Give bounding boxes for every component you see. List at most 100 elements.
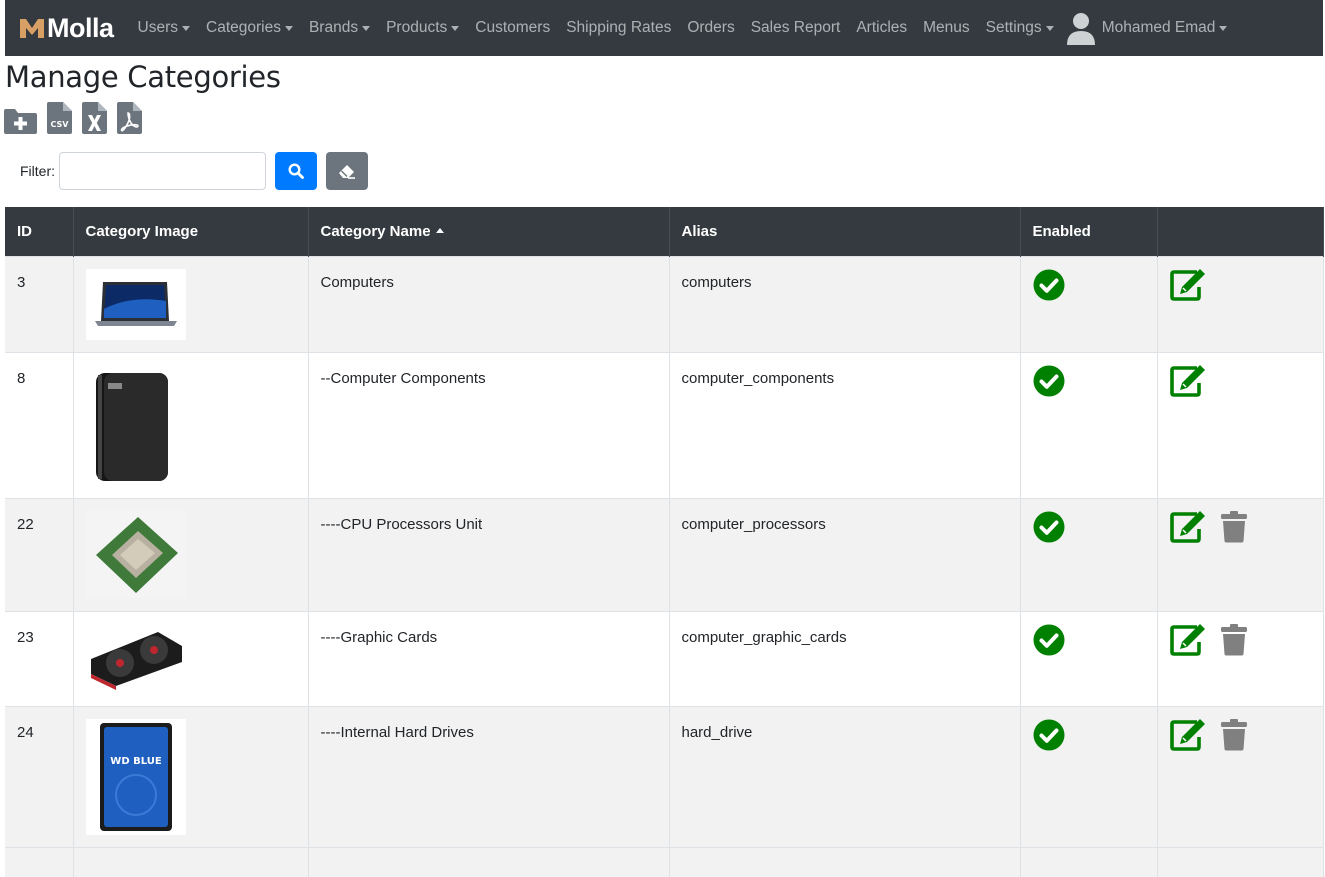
search-icon: [288, 163, 304, 179]
nav-item-label: Products: [386, 19, 448, 36]
nav-item-products[interactable]: Products: [378, 19, 467, 37]
nav-item-users[interactable]: Users: [130, 19, 198, 37]
column-header-actions: [1157, 207, 1324, 256]
column-header-alias[interactable]: Alias: [669, 207, 1021, 256]
chevron-down-icon: [182, 26, 190, 31]
row-actions: [1169, 510, 1311, 543]
brand-link[interactable]: Molla: [19, 13, 114, 44]
nav-item-sales-report[interactable]: Sales Report: [743, 19, 849, 37]
edit-icon[interactable]: [1169, 623, 1207, 656]
chevron-down-icon: [362, 26, 371, 31]
nav-item-shipping-rates[interactable]: Shipping Rates: [558, 19, 679, 37]
cell-actions: [1157, 351, 1324, 498]
cell-id: 22: [5, 497, 74, 611]
filter-input[interactable]: [59, 152, 266, 190]
delete-icon[interactable]: [1220, 718, 1248, 751]
empty-cell: [308, 846, 670, 877]
sort-ascending-icon: [435, 227, 444, 233]
search-button[interactable]: [275, 152, 317, 190]
table-body: 3 Computers computers 8 --Computer Component…: [5, 255, 1324, 877]
page-title: Manage Categories: [5, 60, 281, 94]
user-menu[interactable]: Mohamed Emad: [1062, 11, 1236, 45]
nav-item-label: Brands: [308, 19, 359, 36]
cell-alias: computer_processors: [669, 497, 1021, 611]
enabled-check-icon[interactable]: [1033, 511, 1065, 543]
edit-icon[interactable]: [1169, 364, 1207, 397]
cell-enabled: [1020, 351, 1158, 498]
cell-alias: hard_drive: [669, 705, 1021, 847]
enabled-check-icon[interactable]: [1033, 719, 1065, 751]
cell-enabled: [1020, 255, 1158, 352]
cell-name: ----Internal Hard Drives: [308, 705, 670, 847]
categories-table: ID Category Image Category Name Alias En…: [5, 207, 1324, 877]
delete-icon[interactable]: [1220, 510, 1248, 543]
add-folder-icon[interactable]: [4, 107, 37, 134]
table-header-row: ID Category Image Category Name Alias En…: [5, 207, 1324, 256]
nav-item-label: Users: [137, 19, 178, 36]
category-image: [85, 623, 186, 694]
pdf-export-icon[interactable]: [117, 102, 142, 134]
cell-enabled: [1020, 610, 1158, 706]
row-actions: [1169, 364, 1311, 397]
nav-item-label: Articles: [856, 19, 908, 36]
nav-item-customers[interactable]: Customers: [467, 19, 558, 37]
column-header-enabled[interactable]: Enabled: [1020, 207, 1158, 256]
nav-item-label: Sales Report: [750, 19, 841, 36]
column-header-name[interactable]: Category Name: [308, 207, 670, 256]
filter-label: Filter:: [20, 163, 55, 179]
row-actions: [1169, 268, 1311, 301]
nav-item-settings[interactable]: Settings: [978, 19, 1062, 37]
enabled-check-icon[interactable]: [1033, 365, 1065, 397]
nav-item-orders[interactable]: Orders: [679, 19, 742, 37]
cell-image: [73, 351, 309, 498]
cell-image: [73, 610, 309, 706]
categories-table-container: ID Category Image Category Name Alias En…: [5, 207, 1324, 877]
delete-icon[interactable]: [1220, 623, 1248, 656]
edit-icon[interactable]: [1169, 268, 1207, 301]
chevron-down-icon: [1219, 26, 1228, 31]
brand-name: Molla: [47, 12, 114, 43]
column-header-id[interactable]: ID: [5, 207, 74, 256]
edit-icon[interactable]: [1169, 718, 1207, 751]
table-row: 23 ----Graphic Cards computer_graphic_card…: [5, 610, 1324, 706]
nav-item-categories[interactable]: Categories: [198, 19, 301, 37]
filter-form: Filter:: [20, 152, 368, 190]
csv-export-icon[interactable]: CSV: [47, 102, 72, 134]
table-row: 22 ----CPU Processors Unit computer_proces…: [5, 497, 1324, 611]
empty-cell: [73, 846, 309, 877]
chevron-down-icon: [284, 26, 293, 31]
category-image: [85, 364, 186, 486]
user-name: Mohamed Emad: [1101, 19, 1216, 36]
enabled-check-icon[interactable]: [1033, 624, 1065, 656]
cell-image: WD BLUE: [73, 705, 309, 847]
cell-id: 3: [5, 255, 74, 352]
nav-item-brands[interactable]: Brands: [301, 19, 378, 37]
brand-logo-icon: [20, 19, 44, 38]
excel-export-icon[interactable]: [82, 102, 107, 134]
nav-item-menus[interactable]: Menus: [915, 19, 978, 37]
wd-blue-label: WD BLUE: [110, 756, 162, 767]
table-row: 8 --Computer Components computer_component…: [5, 351, 1324, 498]
empty-cell: [5, 846, 74, 877]
cell-actions: [1157, 705, 1324, 847]
nav-item-label: Shipping Rates: [566, 19, 672, 36]
top-navbar: Molla Users Categories Brands Products Custo…: [5, 0, 1323, 56]
nav-item-label: Orders: [687, 19, 735, 36]
table-row: 3 Computers computers: [5, 255, 1324, 352]
row-actions: [1169, 623, 1311, 656]
cell-alias: computer_components: [669, 351, 1021, 498]
category-image: WD BLUE: [85, 718, 186, 835]
nav-menu: Users Categories Brands Products Customers Sh…: [130, 19, 1062, 37]
cell-name: ----CPU Processors Unit: [308, 497, 670, 611]
edit-icon[interactable]: [1169, 510, 1207, 543]
table-row: 24 WD BLUE ----Internal Hard Drives hard_dr…: [5, 705, 1324, 847]
nav-item-label: Customers: [475, 19, 551, 36]
category-image: [85, 510, 186, 599]
nav-item-articles[interactable]: Articles: [848, 19, 915, 37]
enabled-check-icon[interactable]: [1033, 269, 1065, 301]
clear-filter-button[interactable]: [326, 152, 368, 190]
svg-text:CSV: CSV: [51, 120, 70, 129]
nav-item-label: Categories: [206, 19, 281, 36]
row-actions: [1169, 718, 1311, 751]
nav-item-label: Menus: [923, 19, 970, 36]
